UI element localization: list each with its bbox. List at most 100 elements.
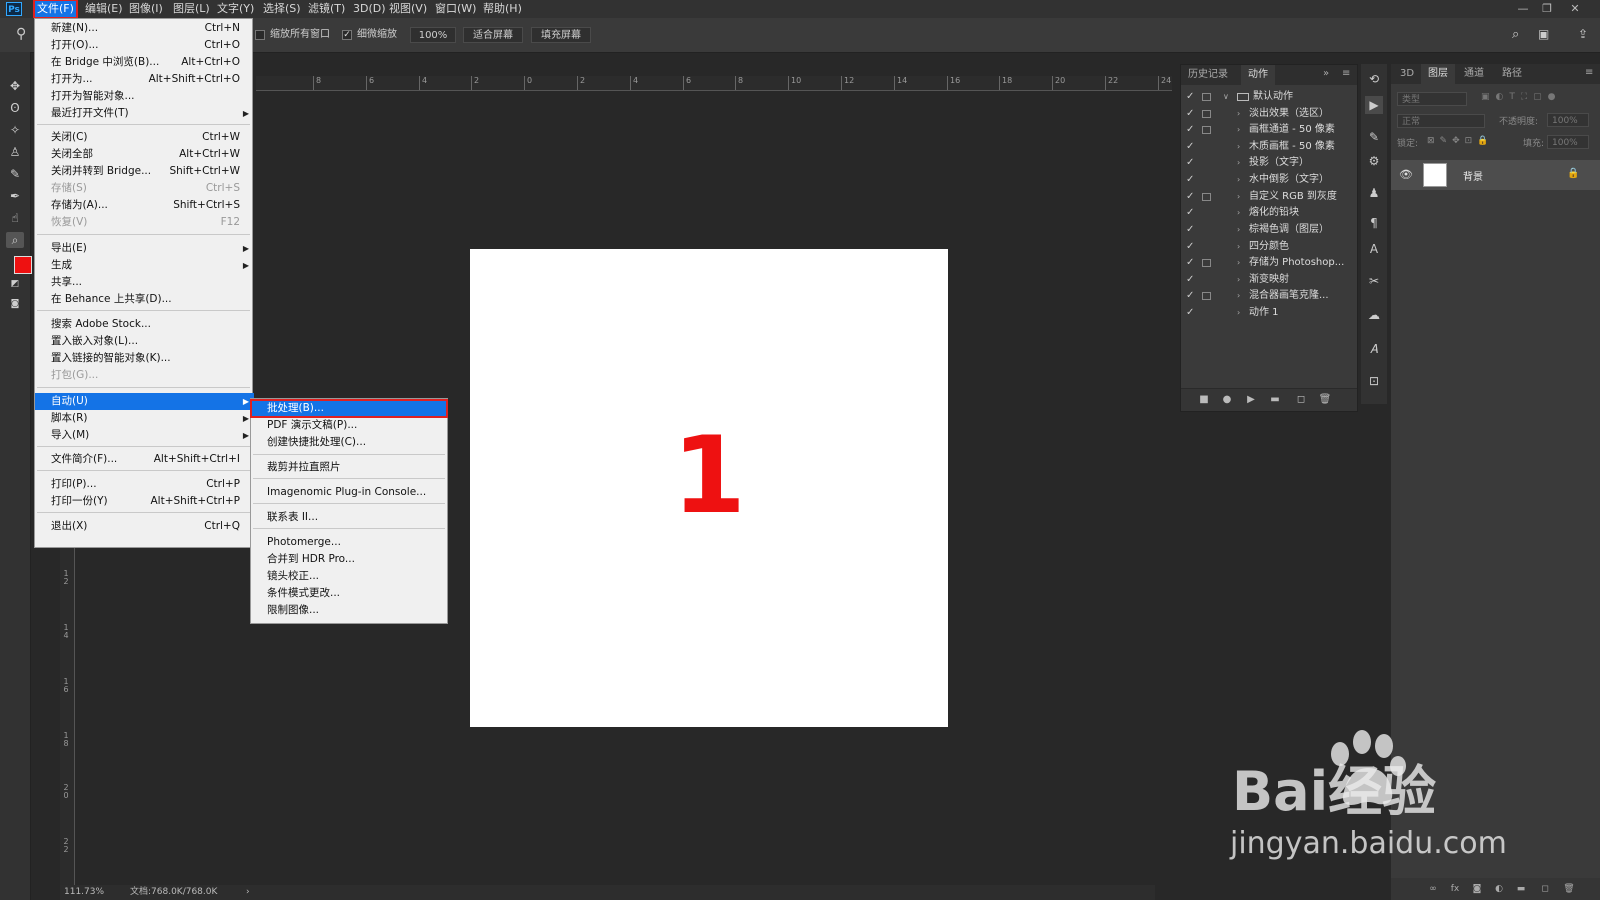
menu-item-recent-files[interactable]: 最近打开文件(T) ▶: [35, 105, 254, 122]
action-row[interactable]: ✓ › 自定义 RGB 到灰度: [1181, 189, 1357, 205]
zoom-level[interactable]: 111.73%: [64, 885, 104, 900]
record-icon[interactable]: ●: [1219, 392, 1235, 408]
menu-item-close-all[interactable]: 关闭全部 Alt+Ctrl+W: [35, 146, 254, 163]
tab-3d[interactable]: 3D: [1393, 64, 1421, 84]
fill-screen-button[interactable]: 填充屏幕: [531, 27, 591, 43]
tab-layers[interactable]: 图层: [1421, 64, 1455, 84]
opacity-field[interactable]: 100%: [1547, 113, 1589, 127]
submenu-item-conditional-mode[interactable]: 条件模式更改...: [251, 585, 447, 602]
workspace-icon[interactable]: ▣: [1538, 27, 1549, 41]
resize-windows-checkbox[interactable]: [255, 30, 265, 40]
layer-filter-select[interactable]: 类型: [1397, 92, 1467, 106]
history-brush-icon[interactable]: ✎: [6, 166, 24, 182]
menu-item-place-linked[interactable]: 置入链接的智能对象(K)...: [35, 350, 254, 367]
menu-item-behance[interactable]: 在 Behance 上共享(D)...: [35, 291, 254, 308]
trash-icon[interactable]: 🗑: [1561, 881, 1577, 897]
action-row[interactable]: ✓ › 木质画框 - 50 像素: [1181, 139, 1357, 155]
history-panel-icon[interactable]: ⟲: [1365, 70, 1383, 88]
submenu-item-hdr-pro[interactable]: 合并到 HDR Pro...: [251, 551, 447, 568]
menu-item-open-as[interactable]: 打开为... Alt+Shift+Ctrl+O: [35, 71, 254, 88]
submenu-item-photomerge[interactable]: Photomerge...: [251, 534, 447, 551]
action-row[interactable]: ✓ › 存储为 Photoshop...: [1181, 255, 1357, 271]
quick-mask-icon[interactable]: ◙: [6, 296, 24, 312]
menu-item-browse-bridge[interactable]: 在 Bridge 中浏览(B)... Alt+Ctrl+O: [35, 54, 254, 71]
menu-item-print[interactable]: 打印(P)... Ctrl+P: [35, 476, 254, 493]
new-layer-icon[interactable]: ◻: [1537, 881, 1553, 897]
menu-item-exit[interactable]: 退出(X) Ctrl+Q: [35, 518, 254, 535]
brush-panel-icon[interactable]: ✎: [1365, 128, 1383, 146]
close-icon[interactable]: ✕: [1564, 0, 1586, 18]
fill-field[interactable]: 100%: [1547, 135, 1589, 149]
menu-item-print-one[interactable]: 打印一份(Y) Alt+Shift+Ctrl+P: [35, 493, 254, 510]
menu-item-close[interactable]: 关闭(C) Ctrl+W: [35, 129, 254, 146]
tool-presets-icon[interactable]: ✂: [1365, 272, 1383, 290]
menu-image[interactable]: 图像(I): [126, 0, 166, 18]
new-action-icon[interactable]: ◻: [1293, 392, 1309, 408]
layer-name[interactable]: 背景: [1463, 168, 1483, 183]
adjustments-icon[interactable]: ⚙: [1365, 152, 1383, 170]
lock-icons[interactable]: ⊠✎✥⊡🔒: [1427, 136, 1493, 146]
menu-file[interactable]: 文件(F): [33, 0, 78, 19]
submenu-item-batch[interactable]: 批处理(B)...: [250, 399, 448, 418]
menu-help[interactable]: 帮助(H): [480, 0, 525, 18]
tab-actions[interactable]: 动作: [1241, 65, 1275, 85]
character-icon[interactable]: A: [1365, 240, 1383, 258]
tab-history[interactable]: 历史记录: [1181, 65, 1235, 85]
minimize-icon[interactable]: —: [1512, 0, 1534, 18]
submenu-item-fit-image[interactable]: 限制图像...: [251, 602, 447, 619]
menu-item-adobe-stock[interactable]: 搜索 Adobe Stock...: [35, 316, 254, 333]
menu-view[interactable]: 视图(V): [386, 0, 430, 18]
submenu-item-create-droplet[interactable]: 创建快捷批处理(C)...: [251, 434, 447, 451]
submenu-item-contact-sheet[interactable]: 联系表 II...: [251, 509, 447, 526]
paragraph-icon[interactable]: ¶: [1365, 214, 1383, 232]
glyphs-icon[interactable]: 𝐴: [1365, 340, 1383, 358]
panel-collapse-icon[interactable]: »: [1323, 68, 1329, 79]
zoom-tool-icon[interactable]: ⚲: [16, 26, 26, 42]
fx-icon[interactable]: fx: [1447, 881, 1463, 897]
action-row[interactable]: ✓ › 画框通道 - 50 像素: [1181, 122, 1357, 138]
actions-panel-icon[interactable]: ▶: [1365, 96, 1383, 114]
action-row[interactable]: ✓ › 棕褐色调（图层）: [1181, 222, 1357, 238]
menu-item-open-smart-object[interactable]: 打开为智能对象...: [35, 88, 254, 105]
menu-item-close-go-bridge[interactable]: 关闭并转到 Bridge... Shift+Ctrl+W: [35, 163, 254, 180]
menu-filter[interactable]: 滤镜(T): [305, 0, 348, 18]
new-group-icon[interactable]: ▬: [1513, 881, 1529, 897]
magic-wand-icon[interactable]: ✧: [6, 122, 24, 138]
menu-item-generate[interactable]: 生成 ▶: [35, 257, 254, 274]
menu-item-save-as[interactable]: 存储为(A)... Shift+Ctrl+S: [35, 197, 254, 214]
libraries-icon[interactable]: ☁: [1365, 306, 1383, 324]
action-set-row[interactable]: ✓ ∨ 默认动作: [1181, 89, 1357, 105]
trash-icon[interactable]: 🗑: [1317, 392, 1333, 408]
action-row[interactable]: ✓ › 淡出效果（选区）: [1181, 106, 1357, 122]
action-row[interactable]: ✓ › 水中倒影（文字）: [1181, 172, 1357, 188]
smudge-tool-icon[interactable]: ☝: [6, 210, 24, 226]
submenu-item-pdf-presentation[interactable]: PDF 演示文稿(P)...: [251, 417, 447, 434]
action-row[interactable]: ✓ › 混合器画笔克隆...: [1181, 288, 1357, 304]
restore-icon[interactable]: ❐: [1536, 0, 1558, 18]
swap-colors-icon[interactable]: ◩: [6, 276, 24, 292]
submenu-item-crop-straighten[interactable]: 裁剪并拉直照片: [251, 459, 447, 476]
clone-source-icon[interactable]: ♟: [1365, 184, 1383, 202]
tab-channels[interactable]: 通道: [1457, 64, 1491, 84]
share-icon[interactable]: ⇪: [1578, 27, 1588, 41]
menu-layer[interactable]: 图层(L): [170, 0, 213, 18]
menu-select[interactable]: 选择(S): [260, 0, 304, 18]
add-mask-icon[interactable]: ◙: [1469, 881, 1485, 897]
menu-item-share[interactable]: 共享...: [35, 274, 254, 291]
panel-menu-icon[interactable]: ≡: [1342, 68, 1350, 79]
zoom-100-button[interactable]: 100%: [410, 27, 456, 43]
pen-tool-icon[interactable]: ✒: [6, 188, 24, 204]
submenu-item-lens-correction[interactable]: 镜头校正...: [251, 568, 447, 585]
menu-item-file-info[interactable]: 文件简介(F)... Alt+Shift+Ctrl+I: [35, 451, 254, 468]
scrubby-zoom-checkbox[interactable]: ✓: [342, 30, 352, 40]
menu-item-export[interactable]: 导出(E) ▶: [35, 240, 254, 257]
filter-icons[interactable]: ▣◐T⛶▢●: [1481, 92, 1562, 102]
blend-mode-select[interactable]: 正常: [1397, 114, 1485, 128]
tab-paths[interactable]: 路径: [1495, 64, 1529, 84]
fit-screen-button[interactable]: 适合屏幕: [463, 27, 523, 43]
action-row[interactable]: ✓ › 投影（文字）: [1181, 155, 1357, 171]
zoom-tool-icon[interactable]: ⌕: [6, 232, 24, 248]
menu-item-open[interactable]: 打开(O)... Ctrl+O: [35, 37, 254, 54]
search-icon[interactable]: ⌕: [1512, 27, 1519, 42]
menu-edit[interactable]: 编辑(E): [82, 0, 126, 18]
